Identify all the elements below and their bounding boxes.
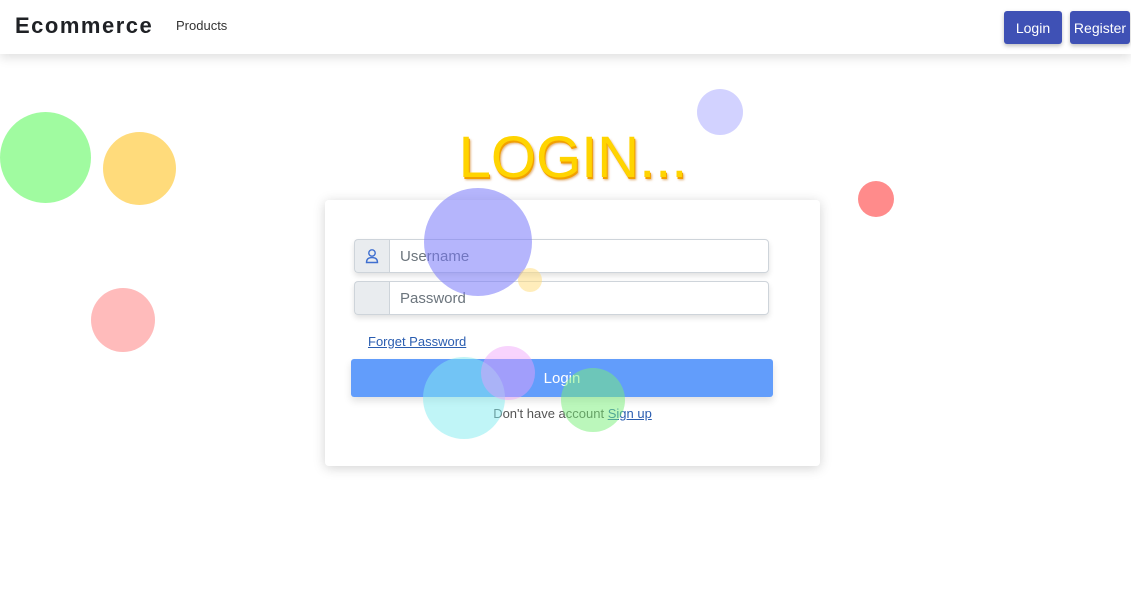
bubble-pink: [91, 288, 155, 352]
nav-link-products[interactable]: Products: [176, 18, 227, 33]
username-input[interactable]: [389, 239, 769, 273]
username-group: [354, 239, 769, 273]
login-submit-button[interactable]: Login: [351, 359, 773, 397]
signup-prompt-text: Don't have account: [493, 406, 605, 421]
nav-login-button[interactable]: Login: [1004, 11, 1062, 44]
password-input[interactable]: [389, 281, 769, 315]
brand-logo[interactable]: Ecommerce: [15, 13, 153, 39]
page-title: LOGIN...: [458, 125, 688, 190]
user-icon: [354, 239, 389, 273]
login-card: Forget Password Login Don't have account…: [325, 200, 820, 466]
signup-link[interactable]: Sign up: [608, 406, 652, 421]
navbar: Ecommerce Products Login Register: [0, 0, 1131, 54]
signup-prompt: Don't have account Sign up: [325, 406, 820, 421]
page: Ecommerce Products Login Register LOGIN.…: [0, 0, 1131, 613]
password-addon: [354, 281, 389, 315]
nav-register-button[interactable]: Register: [1070, 11, 1130, 44]
password-group: [354, 281, 769, 315]
forgot-password-link[interactable]: Forget Password: [368, 334, 466, 349]
